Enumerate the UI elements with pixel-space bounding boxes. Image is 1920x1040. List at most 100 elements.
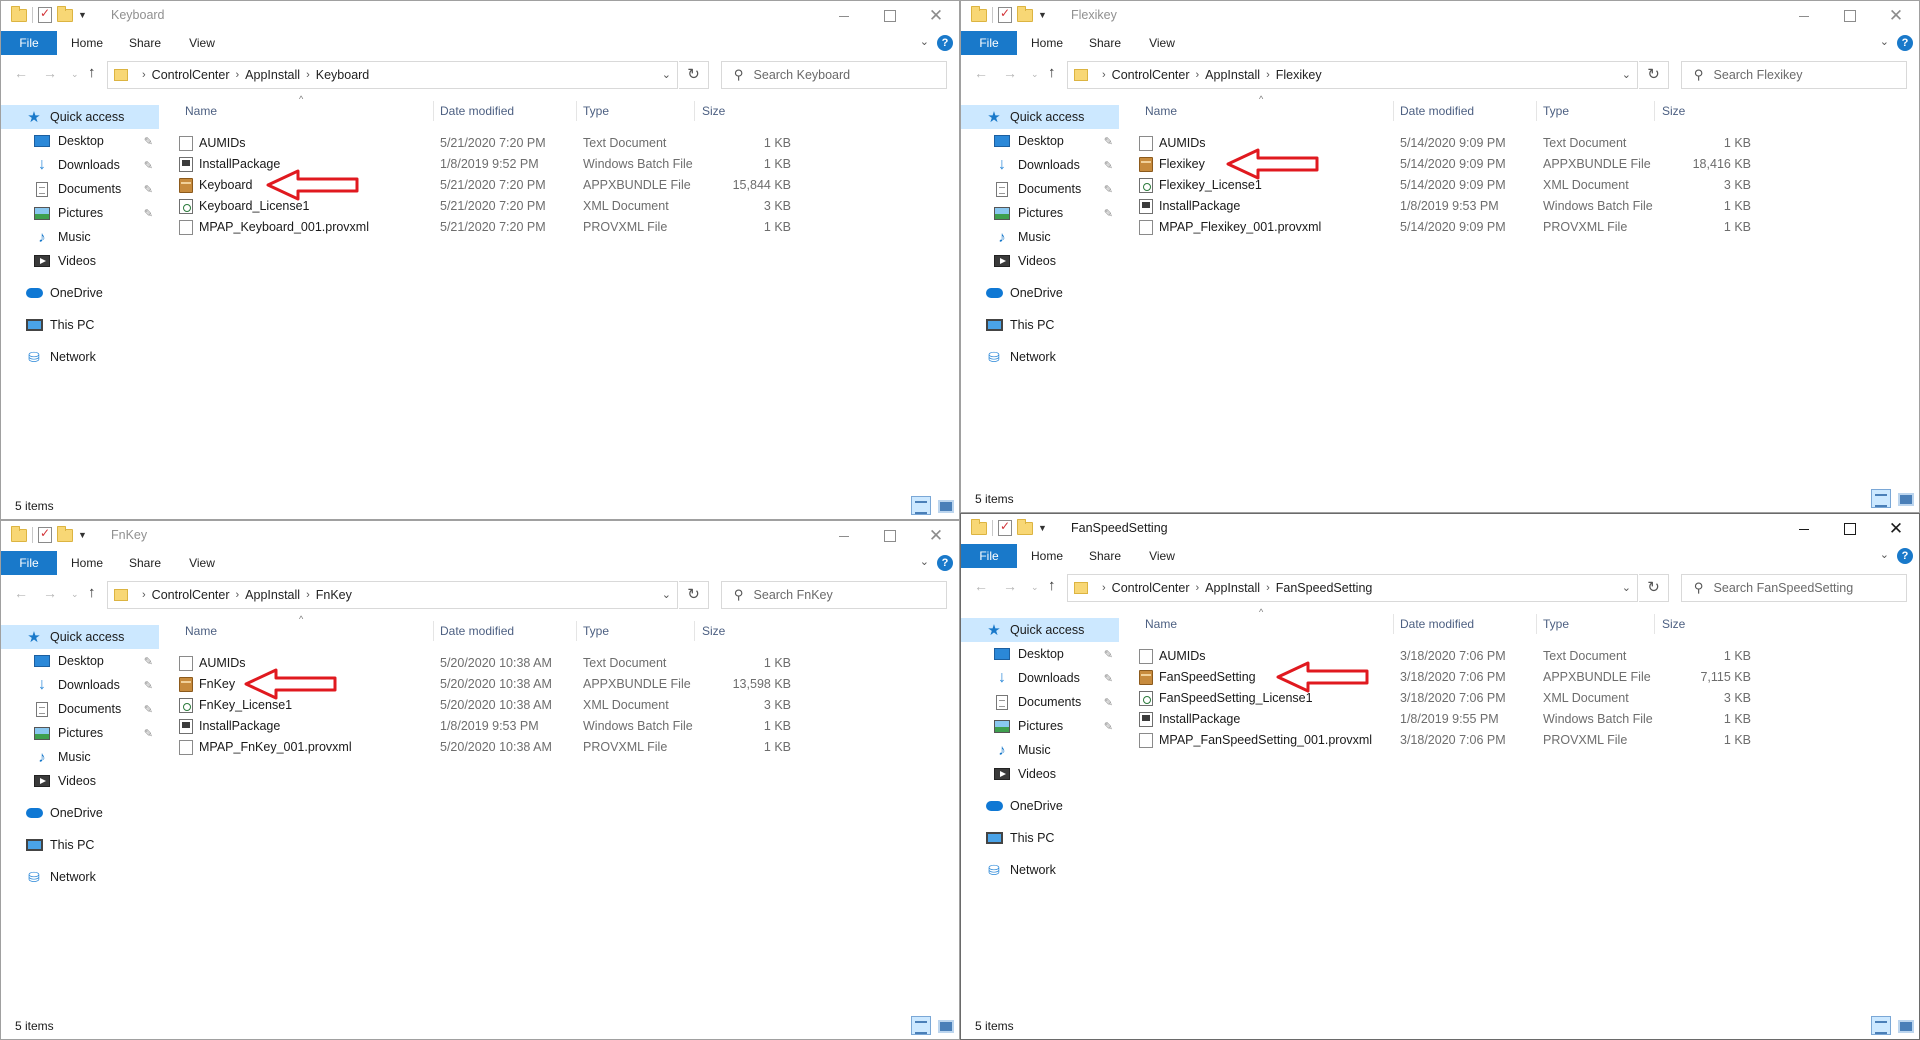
details-view-icon[interactable]: [911, 496, 931, 515]
nav-item-pictures[interactable]: Pictures ✎: [961, 201, 1121, 225]
recent-locations-chevron-icon[interactable]: ⌄: [1031, 69, 1039, 80]
nav-item-videos[interactable]: Videos: [1, 769, 161, 793]
tab-file[interactable]: File: [961, 31, 1017, 55]
recent-locations-chevron-icon[interactable]: ⌄: [71, 69, 79, 80]
nav-item-quick-access[interactable]: ★ Quick access: [1, 105, 159, 129]
forward-arrow-icon[interactable]: →: [43, 585, 57, 601]
column-header-size[interactable]: Size: [1662, 97, 1722, 125]
breadcrumb-item[interactable]: AppInstall: [1205, 581, 1260, 595]
large-icons-view-icon[interactable]: [937, 497, 954, 513]
new-folder-icon[interactable]: [1017, 5, 1033, 22]
tab-home[interactable]: Home: [1029, 544, 1065, 568]
pin-icon[interactable]: ✎: [1104, 135, 1113, 148]
tab-file[interactable]: File: [1, 551, 57, 575]
nav-item-network[interactable]: ⛁ Network: [961, 345, 1121, 369]
file-row[interactable]: AUMIDs 5/21/2020 7:20 PM Text Document 1 KB: [161, 133, 959, 154]
nav-item-network[interactable]: ⛁ Network: [1, 345, 161, 369]
column-header-type[interactable]: Type: [583, 617, 683, 645]
breadcrumb-item[interactable]: Flexikey: [1276, 68, 1322, 82]
column-header-size[interactable]: Size: [702, 617, 762, 645]
column-header-size[interactable]: Size: [1662, 610, 1722, 638]
file-row[interactable]: FnKey 5/20/2020 10:38 AM APPXBUNDLE File 13…: [161, 668, 959, 700]
expand-ribbon-chevron-icon[interactable]: ⌄: [1880, 548, 1889, 561]
nav-item-desktop[interactable]: Desktop ✎: [961, 642, 1121, 666]
up-arrow-icon[interactable]: ↑: [88, 64, 96, 81]
nav-item-this-pc[interactable]: This PC: [1, 313, 161, 337]
column-header-name[interactable]: Name: [1145, 610, 1345, 638]
recent-locations-chevron-icon[interactable]: ⌄: [71, 589, 79, 600]
file-row[interactable]: FnKey_License1 5/20/2020 10:38 AM XML Docu…: [161, 695, 959, 716]
nav-item-documents[interactable]: Documents ✎: [1, 697, 161, 721]
nav-item-network[interactable]: ⛁ Network: [961, 858, 1121, 882]
expand-ribbon-chevron-icon[interactable]: ⌄: [920, 555, 929, 568]
column-divider[interactable]: [1393, 614, 1394, 634]
chevron-right-icon[interactable]: ›: [236, 69, 240, 81]
close-button[interactable]: ✕: [913, 1, 959, 31]
column-divider[interactable]: [694, 621, 695, 641]
pin-icon[interactable]: ✎: [144, 727, 153, 740]
column-header-date[interactable]: Date modified: [1400, 610, 1530, 638]
nav-item-onedrive[interactable]: OneDrive: [1, 281, 161, 305]
refresh-button[interactable]: ↻: [679, 581, 709, 609]
nav-item-quick-access[interactable]: ★ Quick access: [961, 618, 1119, 642]
nav-item-onedrive[interactable]: OneDrive: [961, 794, 1121, 818]
properties-icon[interactable]: [38, 526, 52, 543]
nav-item-music[interactable]: ♪ Music: [961, 225, 1121, 249]
breadcrumb-item[interactable]: FnKey: [316, 588, 352, 602]
file-row[interactable]: AUMIDs 3/18/2020 7:06 PM Text Document 1 KB: [1121, 646, 1919, 667]
nav-item-this-pc[interactable]: This PC: [1, 833, 161, 857]
pin-icon[interactable]: ✎: [1104, 207, 1113, 220]
chevron-right-icon[interactable]: ›: [1102, 582, 1106, 594]
column-divider[interactable]: [433, 101, 434, 121]
nav-item-pictures[interactable]: Pictures ✎: [961, 714, 1121, 738]
tab-share[interactable]: Share: [127, 551, 163, 575]
column-header-date[interactable]: Date modified: [440, 617, 570, 645]
chevron-right-icon[interactable]: ›: [1196, 69, 1200, 81]
expand-ribbon-chevron-icon[interactable]: ⌄: [1880, 35, 1889, 48]
help-icon[interactable]: ?: [1897, 548, 1913, 564]
column-divider[interactable]: [694, 101, 695, 121]
back-arrow-icon[interactable]: ←: [974, 65, 988, 81]
nav-item-pictures[interactable]: Pictures ✎: [1, 201, 161, 225]
breadcrumb-item[interactable]: ControlCenter: [152, 68, 230, 82]
back-arrow-icon[interactable]: ←: [14, 65, 28, 81]
nav-item-music[interactable]: ♪ Music: [1, 745, 161, 769]
tab-home[interactable]: Home: [1029, 31, 1065, 55]
column-header-date[interactable]: Date modified: [440, 97, 570, 125]
column-header-type[interactable]: Type: [583, 97, 683, 125]
search-input[interactable]: ⚲ Search Flexikey: [1681, 61, 1907, 89]
large-icons-view-icon[interactable]: [1897, 1017, 1914, 1033]
nav-item-documents[interactable]: Documents ✎: [961, 177, 1121, 201]
help-icon[interactable]: ?: [937, 35, 953, 51]
nav-item-onedrive[interactable]: OneDrive: [1, 801, 161, 825]
tab-home[interactable]: Home: [69, 31, 105, 55]
pin-icon[interactable]: ✎: [1104, 159, 1113, 172]
tab-file[interactable]: File: [961, 544, 1017, 568]
chevron-right-icon[interactable]: ›: [306, 589, 310, 601]
pin-icon[interactable]: ✎: [1104, 183, 1113, 196]
file-row[interactable]: MPAP_FanSpeedSetting_001.provxml 3/18/202…: [1121, 730, 1919, 751]
column-divider[interactable]: [1654, 614, 1655, 634]
chevron-right-icon[interactable]: ›: [1266, 582, 1270, 594]
customize-toolbar-chevron-icon[interactable]: ▼: [1038, 10, 1047, 20]
back-arrow-icon[interactable]: ←: [974, 578, 988, 594]
up-arrow-icon[interactable]: ↑: [1048, 577, 1056, 594]
maximize-button[interactable]: [867, 521, 913, 551]
address-bar[interactable]: › ControlCenter › AppInstall › FnKey ⌄: [107, 581, 678, 609]
refresh-button[interactable]: ↻: [1639, 61, 1669, 89]
column-header-size[interactable]: Size: [702, 97, 762, 125]
file-row[interactable]: FanSpeedSetting 3/18/2020 7:06 PM APPXBUND…: [1121, 661, 1919, 693]
recent-locations-chevron-icon[interactable]: ⌄: [1031, 582, 1039, 593]
tab-share[interactable]: Share: [127, 31, 163, 55]
address-bar[interactable]: › ControlCenter › AppInstall › Keyboard …: [107, 61, 678, 89]
new-folder-icon[interactable]: [1017, 518, 1033, 535]
close-button[interactable]: ✕: [1873, 514, 1919, 544]
nav-item-downloads[interactable]: ↓ Downloads ✎: [1, 673, 161, 697]
nav-item-documents[interactable]: Documents ✎: [1, 177, 161, 201]
chevron-right-icon[interactable]: ›: [142, 589, 146, 601]
nav-item-downloads[interactable]: ↓ Downloads ✎: [1, 153, 161, 177]
column-header-name[interactable]: Name: [185, 617, 385, 645]
address-dropdown-chevron-icon[interactable]: ⌄: [1622, 68, 1631, 81]
maximize-button[interactable]: [867, 1, 913, 31]
pin-icon[interactable]: ✎: [1104, 672, 1113, 685]
